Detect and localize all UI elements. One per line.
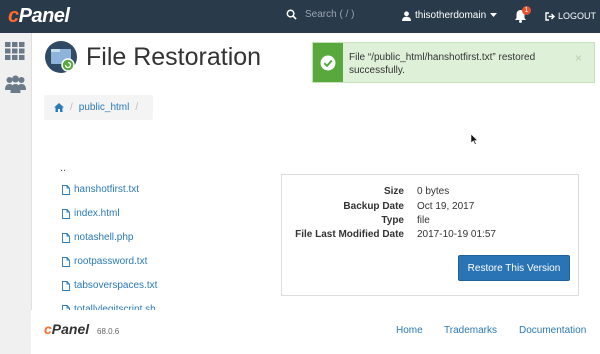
- mouse-cursor-icon: [471, 134, 479, 145]
- file-restoration-icon: [45, 41, 77, 73]
- notifications-button[interactable]: 1: [514, 6, 531, 28]
- type-label: Type: [381, 215, 404, 226]
- file-name: notashell.php: [74, 232, 134, 243]
- file-name: index.html: [74, 208, 120, 219]
- backup-date-value: Oct 19, 2017: [417, 201, 475, 212]
- user-icon: [402, 10, 411, 21]
- modified-label: File Last Modified Date: [295, 229, 404, 240]
- caret-down-icon: [490, 13, 498, 17]
- username-label: thisotherdomain: [415, 10, 487, 21]
- breadcrumb-item-public-html[interactable]: public_html: [79, 102, 130, 113]
- page-header: File Restoration: [44, 40, 261, 74]
- file-name: rootpassword.txt: [74, 256, 148, 267]
- breadcrumb: / public_html /: [44, 95, 153, 120]
- restore-version-button[interactable]: Restore This Version: [458, 255, 570, 281]
- grid-icon[interactable]: [5, 42, 25, 60]
- modified-value: 2017-10-19 01:57: [417, 229, 496, 240]
- file-icon: [62, 280, 70, 291]
- users-icon[interactable]: [5, 75, 26, 93]
- list-item[interactable]: tabsoverspaces.txt: [62, 280, 157, 291]
- footer-link-home[interactable]: Home: [396, 325, 423, 336]
- file-icon: [62, 184, 70, 195]
- breadcrumb-separator: /: [135, 102, 139, 113]
- logout-button[interactable]: LOGOUT: [545, 11, 596, 21]
- version-number: 68.0.6: [97, 327, 120, 336]
- logout-label: LOGOUT: [558, 11, 597, 21]
- list-item[interactable]: hanshotfirst.txt: [62, 184, 139, 195]
- home-icon[interactable]: [54, 103, 64, 112]
- alert-icon-box: [313, 43, 343, 82]
- breadcrumb-separator: /: [70, 102, 73, 113]
- alert-close-button[interactable]: ×: [575, 51, 582, 65]
- page-title: File Restoration: [86, 42, 262, 71]
- file-icon: [62, 256, 70, 267]
- parent-directory-link[interactable]: ..: [60, 162, 66, 174]
- check-circle-icon: [320, 55, 336, 70]
- search-icon: [286, 9, 297, 20]
- list-item[interactable]: rootpassword.txt: [62, 256, 147, 267]
- file-name: tabsoverspaces.txt: [74, 280, 158, 291]
- size-value: 0 bytes: [417, 186, 450, 197]
- footer-cpanel-logo[interactable]: cPanel: [44, 321, 89, 337]
- file-icon: [62, 208, 70, 219]
- type-value: file: [417, 215, 430, 226]
- footer-link-trademarks[interactable]: Trademarks: [444, 325, 497, 336]
- search-input[interactable]: Search ( / ): [305, 9, 354, 20]
- logout-icon: [545, 11, 555, 21]
- file-name: hanshotfirst.txt: [74, 184, 140, 195]
- cpanel-logo[interactable]: cPanel: [8, 5, 70, 28]
- list-item[interactable]: index.html: [62, 208, 120, 219]
- alert-message: File “/public_html/hanshotfirst.txt” res…: [349, 52, 536, 76]
- list-item[interactable]: notashell.php: [62, 232, 134, 243]
- search-box[interactable]: Search ( / ): [286, 9, 354, 20]
- success-alert: File “/public_html/hanshotfirst.txt” res…: [312, 42, 595, 83]
- left-sidebar: [0, 33, 32, 354]
- version-details-panel: Size 0 bytes Backup Date Oct 19, 2017 Ty…: [281, 174, 579, 296]
- page-footer: cPanel 68.0.6 Home Trademarks Documentat…: [31, 310, 600, 354]
- notification-badge: 1: [522, 6, 531, 15]
- footer-link-documentation[interactable]: Documentation: [519, 325, 586, 336]
- backup-date-label: Backup Date: [343, 201, 404, 212]
- user-menu[interactable]: thisotherdomain: [402, 10, 498, 21]
- size-label: Size: [383, 186, 404, 197]
- file-icon: [62, 232, 70, 243]
- top-navbar: cPanel Search ( / ) thisotherdomain 1 LO…: [0, 0, 600, 33]
